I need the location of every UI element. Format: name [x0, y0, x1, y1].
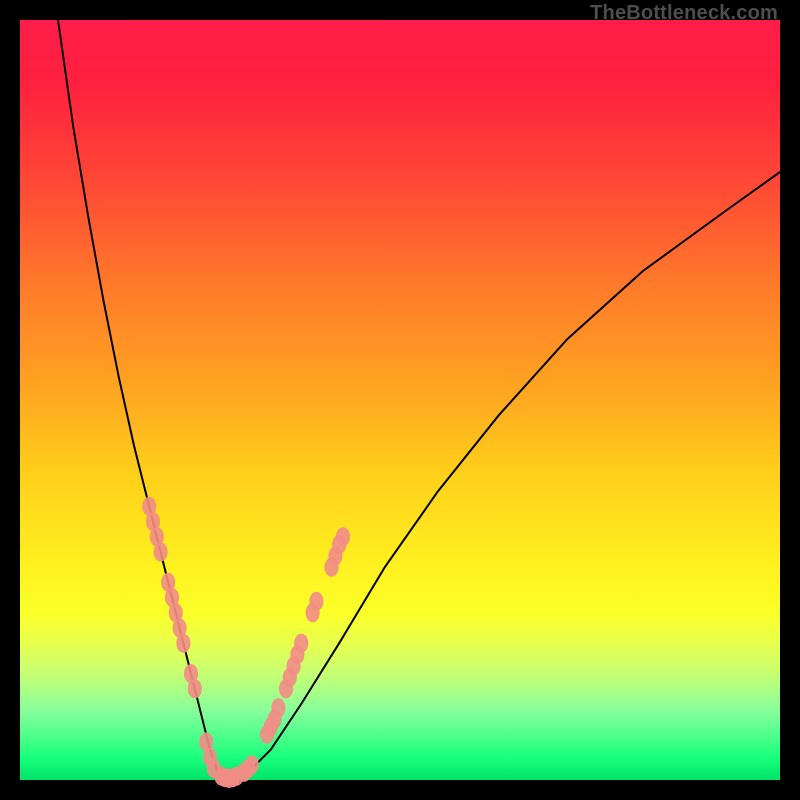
data-marker — [337, 528, 350, 546]
data-marker — [245, 756, 258, 774]
chart-svg — [20, 20, 780, 780]
data-marker — [295, 634, 308, 652]
data-marker — [310, 592, 323, 610]
outer-frame: TheBottleneck.com — [0, 0, 800, 800]
marker-group — [143, 497, 350, 787]
data-marker — [154, 543, 167, 561]
data-marker — [188, 680, 201, 698]
data-marker — [177, 634, 190, 652]
data-marker — [272, 699, 285, 717]
bottleneck-curve — [58, 20, 780, 780]
